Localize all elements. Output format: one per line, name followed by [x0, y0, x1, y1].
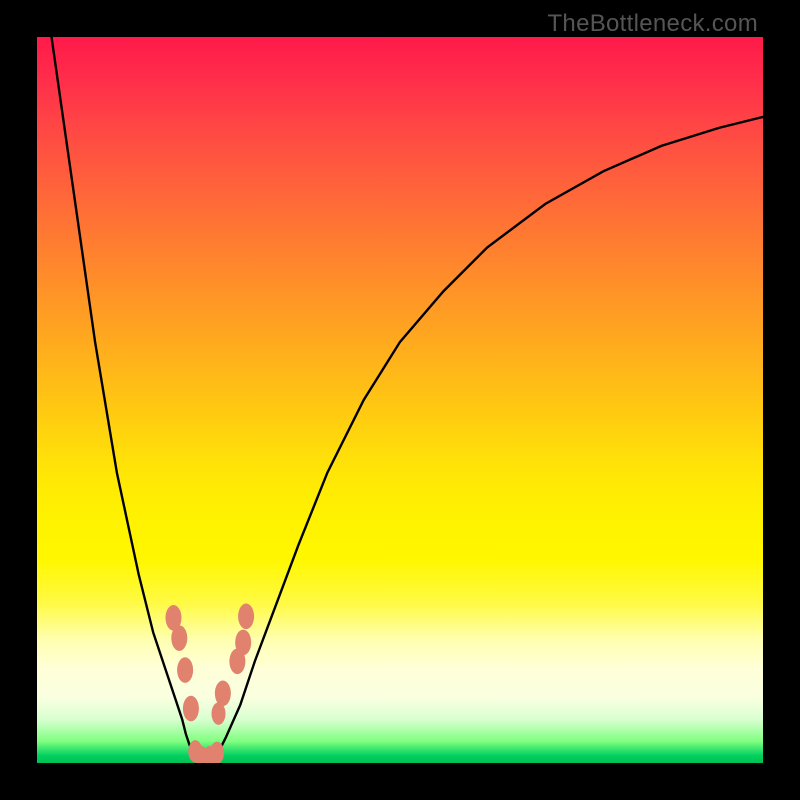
curve-right-branch — [211, 117, 763, 762]
data-marker — [238, 604, 254, 630]
data-markers-group — [165, 604, 254, 763]
data-marker — [171, 625, 187, 651]
chart-svg — [37, 37, 763, 763]
curve-left-branch — [52, 37, 201, 762]
chart-frame: TheBottleneck.com — [0, 0, 800, 800]
data-marker — [215, 681, 231, 707]
watermark-text: TheBottleneck.com — [547, 10, 758, 38]
data-marker — [177, 657, 193, 683]
data-marker — [235, 630, 251, 656]
data-marker — [210, 742, 224, 763]
data-marker — [183, 696, 199, 722]
plot-gradient-background — [37, 37, 763, 763]
